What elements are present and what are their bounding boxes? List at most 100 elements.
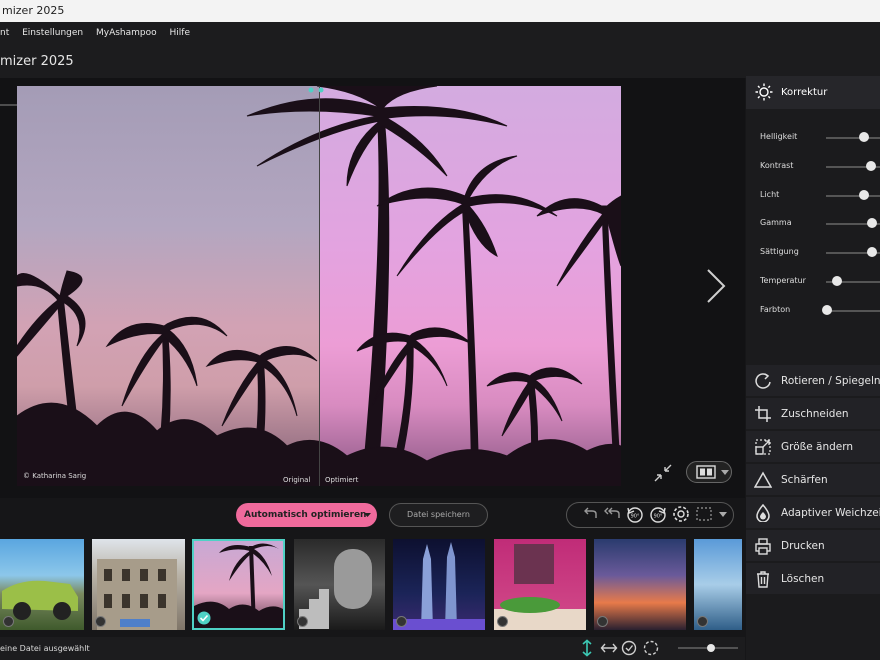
slider-knob[interactable]: [858, 190, 869, 200]
printer-icon: [755, 538, 771, 555]
slider-knob[interactable]: [866, 161, 877, 171]
thumbnail[interactable]: [694, 539, 742, 630]
slider-knob[interactable]: [867, 218, 878, 228]
flowers-image: [494, 544, 586, 630]
slider-track[interactable]: [826, 137, 880, 139]
tool-sharpen[interactable]: Schärfen: [746, 463, 880, 495]
save-file-button[interactable]: Datei speichern: [389, 503, 488, 527]
select-checkbox[interactable]: [697, 616, 708, 627]
slider-knob[interactable]: [831, 276, 842, 286]
tool-resize[interactable]: Größe ändern: [746, 430, 880, 462]
next-image-arrow-icon[interactable]: [702, 268, 728, 304]
checkmark-icon[interactable]: [197, 611, 211, 625]
slider-4[interactable]: Gamma: [760, 214, 880, 234]
trash-icon: [757, 571, 769, 588]
chevron-down-icon[interactable]: [718, 504, 728, 524]
tool-label: Drucken: [781, 540, 825, 552]
undo-icon[interactable]: [580, 504, 600, 524]
undo-all-icon[interactable]: [602, 504, 622, 524]
menu-item-file[interactable]: nt: [0, 28, 9, 38]
tool-rotate[interactable]: Rotieren / Spiegeln: [746, 364, 880, 396]
view-mode-selector[interactable]: [686, 461, 732, 483]
window-titlebar: mizer 2025: [0, 0, 880, 22]
loading-icon[interactable]: [642, 639, 660, 657]
slider-label: Kontrast: [760, 161, 794, 170]
thumbnail[interactable]: [0, 539, 84, 630]
select-checkbox[interactable]: [3, 616, 14, 627]
tool-label: Schärfen: [781, 474, 828, 486]
rotate-left-icon[interactable]: 90°: [625, 504, 645, 524]
slider-3[interactable]: Licht: [760, 186, 880, 206]
gear-icon[interactable]: [671, 504, 691, 524]
stairs-image: [299, 549, 372, 629]
tool-trash[interactable]: Löschen: [746, 562, 880, 594]
zoom-level-slider[interactable]: [678, 643, 738, 653]
status-text: eine Datei ausgewählt: [0, 644, 90, 653]
select-checkbox[interactable]: [297, 616, 308, 627]
menu-item-help[interactable]: Hilfe: [170, 28, 190, 38]
menu-item-settings[interactable]: Einstellungen: [22, 28, 83, 38]
slider-6[interactable]: Temperatur: [760, 272, 880, 292]
app-title-bar: mizer 2025: [0, 44, 880, 78]
car-image: [2, 580, 78, 620]
app-title: mizer 2025: [0, 54, 74, 69]
selection-icon[interactable]: [694, 504, 714, 524]
crop-icon: [755, 406, 771, 422]
photo-credit: © Katharina Sarig: [23, 472, 87, 480]
fit-height-icon[interactable]: [578, 639, 596, 657]
korrektur-header[interactable]: Korrektur: [746, 76, 880, 109]
select-checkbox[interactable]: [597, 616, 608, 627]
slider-track[interactable]: [826, 195, 880, 197]
redo-circle-icon[interactable]: [620, 639, 638, 657]
slider-track[interactable]: [826, 310, 880, 312]
tool-drop[interactable]: Adaptiver Weichzeichner: [746, 496, 880, 528]
svg-text:90°: 90°: [654, 514, 663, 520]
tool-crop[interactable]: Zuschneiden: [746, 397, 880, 429]
slider-7[interactable]: Farbton: [760, 301, 880, 321]
slider-2[interactable]: Kontrast: [760, 157, 880, 177]
slider-label: Gamma: [760, 218, 792, 227]
window-title: mizer 2025: [2, 4, 65, 17]
tool-label: Größe ändern: [781, 441, 854, 453]
slider-knob[interactable]: [822, 305, 832, 315]
thumbnail[interactable]: [294, 539, 385, 630]
rotate-right-icon[interactable]: 90°: [648, 504, 668, 524]
fit-width-icon[interactable]: [600, 639, 618, 657]
slider-knob[interactable]: [858, 132, 869, 142]
split-handle-icon[interactable]: [307, 87, 325, 93]
tool-label: Löschen: [781, 573, 825, 585]
rotate-icon: [755, 373, 771, 389]
thumbnail-selected[interactable]: [192, 539, 285, 630]
menu-item-myashampoo[interactable]: MyAshampoo: [96, 28, 157, 38]
split-line[interactable]: [319, 86, 320, 486]
korrektur-label: Korrektur: [781, 87, 828, 98]
svg-text:90°: 90°: [631, 514, 640, 520]
slider-label: Licht: [760, 190, 780, 199]
thumbnail[interactable]: [393, 539, 485, 630]
sharpen-icon: [754, 471, 772, 488]
split-view-icon: [696, 465, 716, 479]
slider-5[interactable]: Sättigung: [760, 243, 880, 263]
auto-optimize-label: Automatisch optimieren: [244, 510, 367, 520]
slider-knob[interactable]: [867, 247, 878, 257]
thumbnail[interactable]: [494, 539, 586, 630]
resize-icon: [755, 439, 771, 455]
slider-label: Farbton: [760, 305, 791, 314]
thumbnail[interactable]: [92, 539, 185, 630]
slider-1[interactable]: Helligkeit: [760, 128, 880, 148]
label-original: Original: [283, 476, 311, 484]
select-checkbox[interactable]: [396, 616, 407, 627]
towers-image: [393, 542, 485, 630]
collapse-icon[interactable]: [652, 462, 674, 484]
thumbnail[interactable]: [594, 539, 686, 630]
auto-optimize-button[interactable]: Automatisch optimieren: [236, 503, 377, 527]
label-optimized: Optimiert: [325, 476, 359, 484]
building-image: [97, 559, 177, 630]
tool-label: Rotieren / Spiegeln: [781, 375, 880, 387]
photo-preview[interactable]: © Katharina Sarig Original Optimiert: [17, 86, 621, 486]
select-checkbox[interactable]: [497, 616, 508, 627]
tool-printer[interactable]: Drucken: [746, 529, 880, 561]
tool-label: Zuschneiden: [781, 408, 849, 420]
select-checkbox[interactable]: [95, 616, 106, 627]
slider-label: Sättigung: [760, 247, 799, 256]
